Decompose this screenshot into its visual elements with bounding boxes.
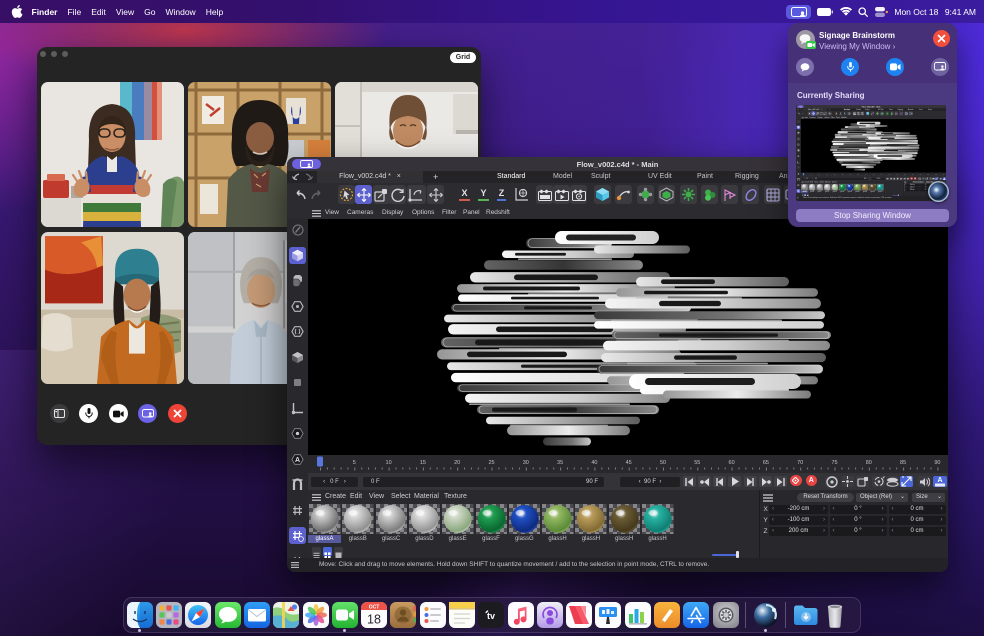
svg-text:35: 35 (557, 460, 563, 466)
svg-text:5: 5 (353, 460, 356, 466)
svg-text:80: 80 (927, 174, 929, 176)
svg-text:55: 55 (888, 174, 890, 176)
svg-text:10: 10 (818, 174, 820, 176)
svg-text:5: 5 (811, 174, 812, 176)
svg-text:30: 30 (523, 460, 529, 466)
svg-text:50: 50 (660, 460, 666, 466)
svg-text:75: 75 (920, 174, 922, 176)
svg-text:35: 35 (857, 174, 859, 176)
svg-text:65: 65 (763, 460, 769, 466)
svg-text:90: 90 (943, 174, 945, 176)
svg-text:10: 10 (386, 460, 392, 466)
svg-text:85: 85 (935, 174, 937, 176)
svg-text:45: 45 (873, 174, 875, 176)
svg-text:90: 90 (934, 460, 940, 466)
svg-text:40: 40 (591, 460, 597, 466)
svg-text:70: 70 (797, 460, 803, 466)
svg-text:40: 40 (865, 174, 867, 176)
svg-text:20: 20 (834, 174, 836, 176)
svg-text:25: 25 (842, 174, 844, 176)
svg-text:75: 75 (831, 460, 837, 466)
svg-text:80: 80 (866, 460, 872, 466)
svg-text:tv: tv (487, 611, 495, 621)
svg-text:85: 85 (900, 460, 906, 466)
svg-text:A: A (295, 457, 300, 464)
svg-text:50: 50 (881, 174, 883, 176)
svg-text:65: 65 (904, 174, 906, 176)
svg-text:20: 20 (454, 460, 460, 466)
svg-text:60: 60 (729, 460, 735, 466)
svg-text:18: 18 (367, 613, 381, 627)
svg-text:A: A (937, 477, 942, 484)
svg-text:OCT: OCT (369, 605, 380, 611)
svg-text:30: 30 (850, 174, 852, 176)
svg-text:15: 15 (420, 460, 426, 466)
svg-text:70: 70 (912, 174, 914, 176)
svg-text:25: 25 (488, 460, 494, 466)
svg-text:55: 55 (694, 460, 700, 466)
svg-text:15: 15 (826, 174, 828, 176)
svg-text:45: 45 (626, 460, 632, 466)
svg-text:60: 60 (896, 174, 898, 176)
